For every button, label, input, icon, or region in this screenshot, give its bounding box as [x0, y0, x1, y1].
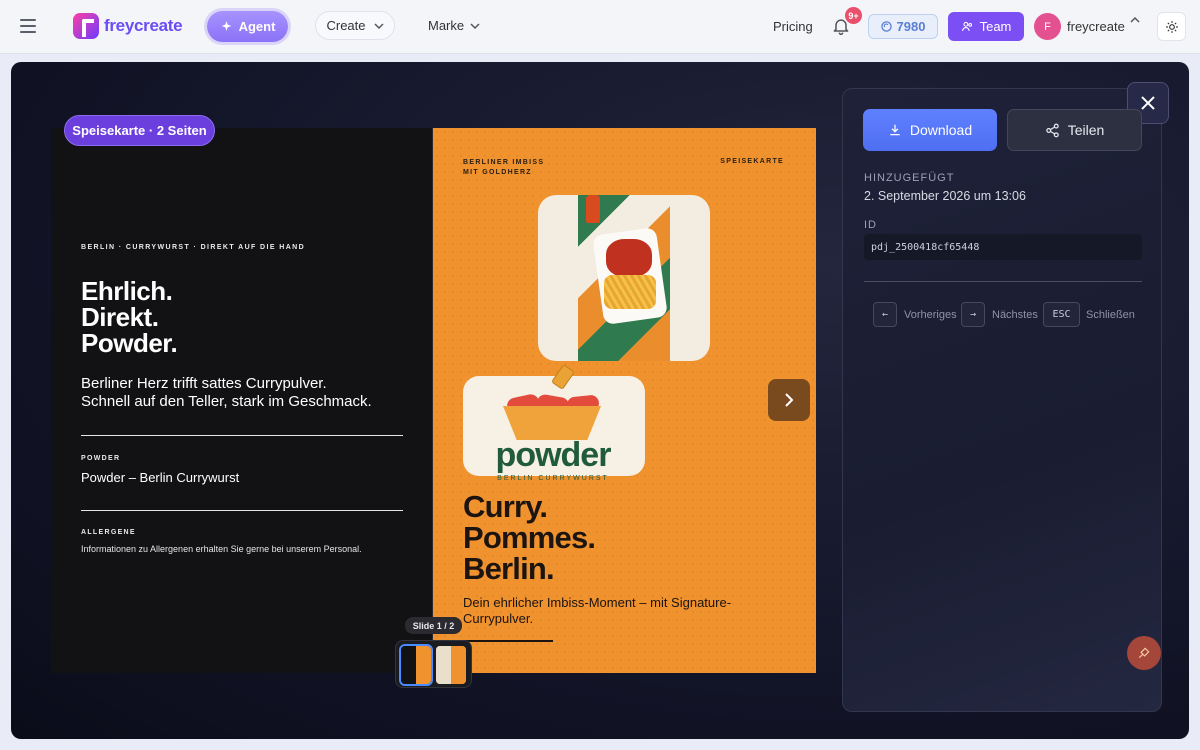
download-label: Download: [909, 122, 973, 138]
subtitle-line: Berliner Herz trifft sattes Currypulver.: [81, 375, 327, 392]
brand-label: POWDER: [81, 455, 121, 462]
thumbnail-left: [436, 646, 451, 684]
fries: [604, 275, 656, 309]
right-page-tag: SPEISEKARTE: [720, 158, 784, 165]
logo-text: freycreate: [104, 16, 183, 35]
chevron-down-icon: [373, 22, 384, 29]
share-button[interactable]: Teilen: [1007, 109, 1142, 151]
thumbnail-right: [451, 646, 466, 684]
photo-background: [578, 195, 670, 361]
brush-icon: [1138, 647, 1150, 659]
marke-dropdown[interactable]: Marke: [428, 18, 480, 33]
avatar[interactable]: F: [1034, 13, 1061, 40]
team-label: Team: [979, 19, 1012, 34]
logo-wordmark: powder: [495, 436, 612, 474]
share-label: Teilen: [1067, 122, 1105, 138]
id-label: ID: [864, 219, 877, 231]
divider: [463, 640, 553, 642]
headline-line: Direkt.: [81, 302, 159, 332]
eyebrow-line: MIT GOLDHERZ: [463, 169, 532, 176]
user-name[interactable]: freycreate: [1067, 19, 1125, 34]
brand-logo[interactable]: freycreate: [73, 13, 183, 39]
sparkle-icon: [221, 21, 231, 31]
added-label: HINZUGEFÜGT: [864, 172, 955, 184]
logo-tagline: BERLIN CURRYWURST: [497, 475, 609, 482]
headline-line: Pommes.: [463, 520, 596, 555]
download-icon: [890, 124, 900, 136]
chevron-right-icon: [785, 393, 794, 407]
chevron-down-icon: [470, 22, 480, 29]
thumbnail-left: [401, 646, 416, 684]
headline-line: Curry.: [463, 489, 548, 524]
headline-line: Berlin.: [463, 551, 555, 586]
create-dropdown[interactable]: Create: [315, 11, 395, 40]
menu-preview: BERLIN · CURRYWURST · DIREKT AUF DIE HAN…: [51, 128, 816, 673]
theme-toggle[interactable]: [1157, 12, 1186, 41]
team-icon: [961, 21, 972, 31]
chevron-up-icon[interactable]: [1130, 15, 1140, 25]
subtitle-line: Schnell auf den Teller, stark im Geschma…: [81, 393, 372, 410]
pricing-link[interactable]: Pricing: [773, 19, 813, 34]
esc-key[interactable]: ESC: [1043, 302, 1080, 327]
id-value[interactable]: pdj_2500418cf65448: [864, 234, 1142, 260]
right-subtitle: Dein ehrlicher Imbiss-Moment – mit Signa…: [463, 595, 732, 626]
credits-value: 7980: [896, 19, 926, 34]
sun-icon: [1165, 20, 1178, 33]
agent-label: Agent: [238, 19, 276, 34]
prev-key[interactable]: ←: [873, 302, 897, 327]
marke-label: Marke: [428, 18, 465, 33]
prev-key-label: Vorheriges: [904, 309, 957, 321]
slide-counter: Slide 1 / 2: [405, 617, 462, 634]
left-headline: Ehrlich. Direkt. Powder.: [81, 276, 178, 358]
top-nav: freycreate Agent Create Marke Pricing 9+…: [0, 0, 1200, 54]
team-button[interactable]: Team: [948, 12, 1024, 41]
divider: [81, 435, 403, 436]
right-eyebrow: BERLINER IMBISS MIT GOLDHERZ: [463, 158, 544, 178]
floating-action-button[interactable]: [1127, 636, 1161, 670]
menu-icon[interactable]: [20, 19, 36, 33]
sauce-bottle: [586, 195, 600, 223]
eyebrow-line: BERLINER IMBISS: [463, 159, 545, 166]
download-button[interactable]: Download: [863, 109, 997, 151]
thumbnail-right: [416, 646, 431, 684]
share-icon: [1045, 123, 1059, 137]
next-key-label: Nächstes: [992, 309, 1038, 321]
next-key[interactable]: →: [961, 302, 985, 327]
close-icon: [1141, 96, 1155, 110]
currywurst: [606, 239, 652, 277]
slide-thumbnail-2[interactable]: [436, 646, 466, 684]
divider: [864, 281, 1142, 282]
next-slide-button[interactable]: [768, 379, 810, 421]
menu-page-right: BERLINER IMBISS MIT GOLDHERZ SPEISEKARTE…: [433, 128, 816, 673]
headline-line: Powder.: [81, 328, 178, 358]
slide-thumbnail-1[interactable]: [399, 644, 433, 686]
notification-badge: 9+: [845, 7, 862, 24]
food-photo: [538, 195, 710, 361]
create-label: Create: [326, 18, 366, 33]
esc-key-label: Schließen: [1086, 309, 1135, 321]
credits-badge[interactable]: 7980: [868, 14, 938, 39]
left-eyebrow: BERLIN · CURRYWURST · DIREKT AUF DIE HAN…: [81, 244, 306, 251]
allergens-label: ALLERGENE: [81, 529, 136, 536]
logo-mark-icon: [73, 13, 99, 39]
brand-value: Powder – Berlin Currywurst: [81, 470, 240, 485]
allergens-value: Informationen zu Allergenen erhalten Sie…: [81, 544, 362, 554]
menu-page-left: BERLIN · CURRYWURST · DIREKT AUF DIE HAN…: [51, 128, 433, 673]
coin-icon: [880, 21, 892, 32]
added-value: 2. September 2026 um 13:06: [864, 189, 1026, 203]
headline-line: Ehrlich.: [81, 276, 173, 306]
pages-badge: Speisekarte · 2 Seiten: [64, 115, 215, 146]
right-headline: Curry. Pommes. Berlin.: [463, 489, 596, 586]
agent-button[interactable]: Agent: [207, 11, 288, 42]
slide-thumbnails: [395, 640, 472, 688]
divider: [81, 510, 403, 511]
left-subtitle: Berliner Herz trifft sattes Currypulver.…: [81, 375, 401, 411]
powder-logo: powder BERLIN CURRYWURST: [463, 376, 645, 482]
tray-shape: [503, 406, 601, 440]
